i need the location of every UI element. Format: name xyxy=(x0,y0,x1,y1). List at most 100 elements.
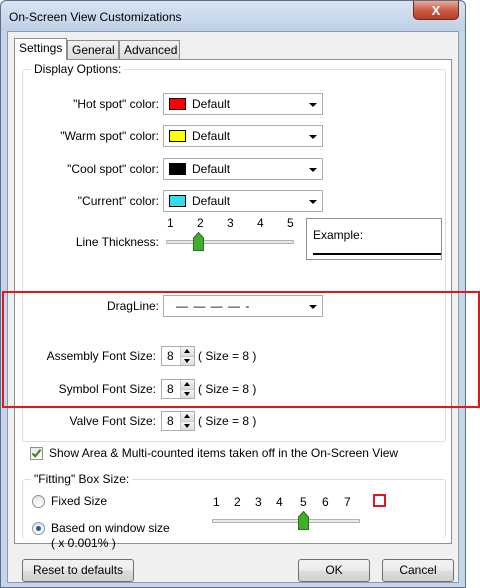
dragline-value: — — — — - xyxy=(176,299,251,313)
fitting-tick-7: 7 xyxy=(344,495,351,509)
fixed-size-label: Fixed Size xyxy=(51,494,108,508)
cool-spot-label: "Cool spot" color: xyxy=(67,162,159,176)
dragline-label: DragLine: xyxy=(106,299,159,313)
fitting-size-preview xyxy=(373,494,386,507)
current-color-select[interactable]: Default xyxy=(163,190,323,212)
valve-font-label: Valve Font Size: xyxy=(69,414,156,428)
line-thickness-thumb[interactable] xyxy=(193,232,204,251)
warm-spot-color-select[interactable]: Default xyxy=(163,125,323,147)
fitting-tick-5: 5 xyxy=(300,495,307,509)
fitting-tick-2: 2 xyxy=(234,495,241,509)
spin-down-button[interactable] xyxy=(181,389,194,398)
thickness-tick-3: 3 xyxy=(227,216,234,230)
symbol-font-label: Symbol Font Size: xyxy=(58,382,156,396)
arrow-up-icon xyxy=(184,414,190,418)
title-bar[interactable]: On-Screen View Customizations X xyxy=(1,1,465,31)
arrow-down-icon xyxy=(184,359,190,363)
tab-advanced[interactable]: Advanced xyxy=(119,40,180,59)
tab-general[interactable]: General xyxy=(67,40,119,59)
assembly-font-stepper[interactable]: 8 xyxy=(161,346,195,366)
show-area-checkbox[interactable] xyxy=(30,447,43,460)
window-size-radio[interactable] xyxy=(32,522,45,535)
fitting-box-group: "Fitting" Box Size: Fixed Size Based on … xyxy=(22,472,446,550)
fitting-tick-1: 1 xyxy=(213,495,220,509)
arrow-down-icon xyxy=(184,392,190,396)
chevron-down-icon xyxy=(309,200,317,204)
close-button[interactable]: X xyxy=(413,1,459,20)
display-options-title: Display Options: xyxy=(31,62,125,76)
chevron-down-icon xyxy=(309,168,317,172)
cool-spot-value: Default xyxy=(192,162,231,176)
thickness-tick-5: 5 xyxy=(287,216,294,230)
warm-spot-label: "Warm spot" color: xyxy=(60,129,159,143)
spin-up-button[interactable] xyxy=(181,380,194,389)
hot-spot-swatch xyxy=(169,98,186,110)
settings-panel: Display Options: "Hot spot" color: Defau… xyxy=(14,59,452,550)
cool-spot-color-select[interactable]: Default xyxy=(163,158,323,180)
fitting-size-thumb[interactable] xyxy=(298,511,309,530)
valve-font-stepper[interactable]: 8 xyxy=(161,411,195,431)
fitting-tick-4: 4 xyxy=(276,495,283,509)
reset-defaults-label: Reset to defaults xyxy=(32,563,124,577)
window-size-label: Based on window size xyxy=(51,521,170,535)
chevron-down-icon xyxy=(309,305,317,309)
fitting-tick-3: 3 xyxy=(255,495,262,509)
assembly-font-note: ( Size = 8 ) xyxy=(198,349,257,363)
example-line xyxy=(313,253,441,255)
spin-up-button[interactable] xyxy=(181,412,194,421)
thickness-tick-2: 2 xyxy=(197,216,204,230)
dragline-select[interactable]: — — — — - xyxy=(163,295,323,317)
show-area-label: Show Area & Multi-counted items taken of… xyxy=(49,446,399,460)
hot-spot-value: Default xyxy=(192,97,231,111)
spin-down-button[interactable] xyxy=(181,356,194,365)
cancel-label: Cancel xyxy=(399,563,437,577)
symbol-font-value: 8 xyxy=(167,382,174,396)
current-swatch xyxy=(169,195,186,207)
close-icon: X xyxy=(431,2,441,18)
symbol-font-stepper[interactable]: 8 xyxy=(161,379,195,399)
fitting-box-title: "Fitting" Box Size: xyxy=(31,472,133,486)
ok-button[interactable]: OK xyxy=(298,559,370,582)
window-size-sub: ( x 0.001% ) xyxy=(51,536,116,550)
current-value: Default xyxy=(192,194,231,208)
hot-spot-label: "Hot spot" color: xyxy=(73,97,159,111)
ok-label: OK xyxy=(325,563,343,577)
thickness-example-box: Example: xyxy=(306,218,442,260)
line-thickness-track[interactable] xyxy=(166,240,294,244)
cool-spot-swatch xyxy=(169,163,186,175)
chevron-down-icon xyxy=(309,135,317,139)
tab-advanced-label: Advanced xyxy=(124,43,178,57)
line-thickness-label: Line Thickness: xyxy=(75,235,159,249)
arrow-up-icon xyxy=(184,349,190,353)
symbol-font-note: ( Size = 8 ) xyxy=(198,382,257,396)
arrow-down-icon xyxy=(184,424,190,428)
warm-spot-value: Default xyxy=(192,129,231,143)
thickness-tick-4: 4 xyxy=(257,216,264,230)
hot-spot-color-select[interactable]: Default xyxy=(163,93,323,115)
window-title: On-Screen View Customizations xyxy=(9,10,182,24)
reset-defaults-button[interactable]: Reset to defaults xyxy=(22,559,134,582)
display-options-group: Display Options: "Hot spot" color: Defau… xyxy=(22,62,446,442)
fixed-size-radio[interactable] xyxy=(32,495,45,508)
cancel-button[interactable]: Cancel xyxy=(382,559,454,582)
dialog-window: On-Screen View Customizations X Settings… xyxy=(0,0,466,588)
thickness-tick-1: 1 xyxy=(167,216,174,230)
tab-general-label: General xyxy=(72,43,115,57)
spin-up-button[interactable] xyxy=(181,347,194,356)
assembly-font-label: Assembly Font Size: xyxy=(46,349,156,363)
fitting-size-track[interactable] xyxy=(212,519,360,523)
dialog-client: Settings General Advanced Display Option… xyxy=(7,31,459,583)
example-label: Example: xyxy=(313,228,364,242)
valve-font-value: 8 xyxy=(167,414,174,428)
tab-settings-label: Settings xyxy=(19,41,63,55)
chevron-down-icon xyxy=(309,103,317,107)
valve-font-note: ( Size = 8 ) xyxy=(198,414,257,428)
checkmark-icon xyxy=(31,449,42,458)
warm-spot-swatch xyxy=(169,130,186,142)
assembly-font-value: 8 xyxy=(167,349,174,363)
fitting-tick-6: 6 xyxy=(322,495,329,509)
spin-down-button[interactable] xyxy=(181,421,194,430)
arrow-up-icon xyxy=(184,382,190,386)
tab-settings[interactable]: Settings xyxy=(14,38,67,60)
current-label: "Current" color: xyxy=(77,194,159,208)
